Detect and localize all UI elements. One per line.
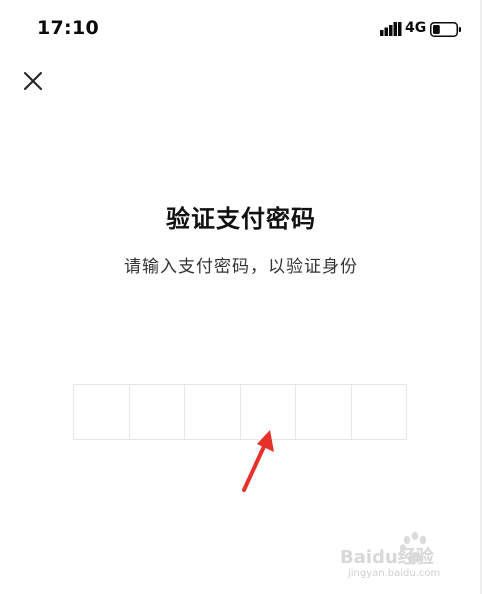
password-box-5[interactable]: [296, 385, 352, 439]
annotation-arrow-icon: [242, 430, 274, 492]
page-title: 验证支付密码: [166, 205, 316, 233]
status-bar: 17:10 4G: [0, 0, 482, 60]
close-icon: [24, 72, 42, 90]
password-box-2[interactable]: [129, 385, 185, 439]
battery-icon: [430, 22, 461, 37]
password-box-1[interactable]: [74, 385, 130, 439]
signal-icon: [380, 22, 402, 36]
page-subtitle: 请输入支付密码，以验证身份: [124, 257, 358, 277]
password-box-6[interactable]: [351, 385, 406, 439]
battery-fill: [433, 25, 440, 34]
watermark-subtext: jingyan.baidu.com: [348, 568, 441, 579]
status-time: 17:10: [37, 17, 99, 39]
password-box-3[interactable]: [185, 385, 241, 439]
network-type: 4G: [405, 20, 427, 36]
watermark-text: Baidu经验: [340, 546, 435, 568]
close-button[interactable]: [18, 66, 48, 96]
